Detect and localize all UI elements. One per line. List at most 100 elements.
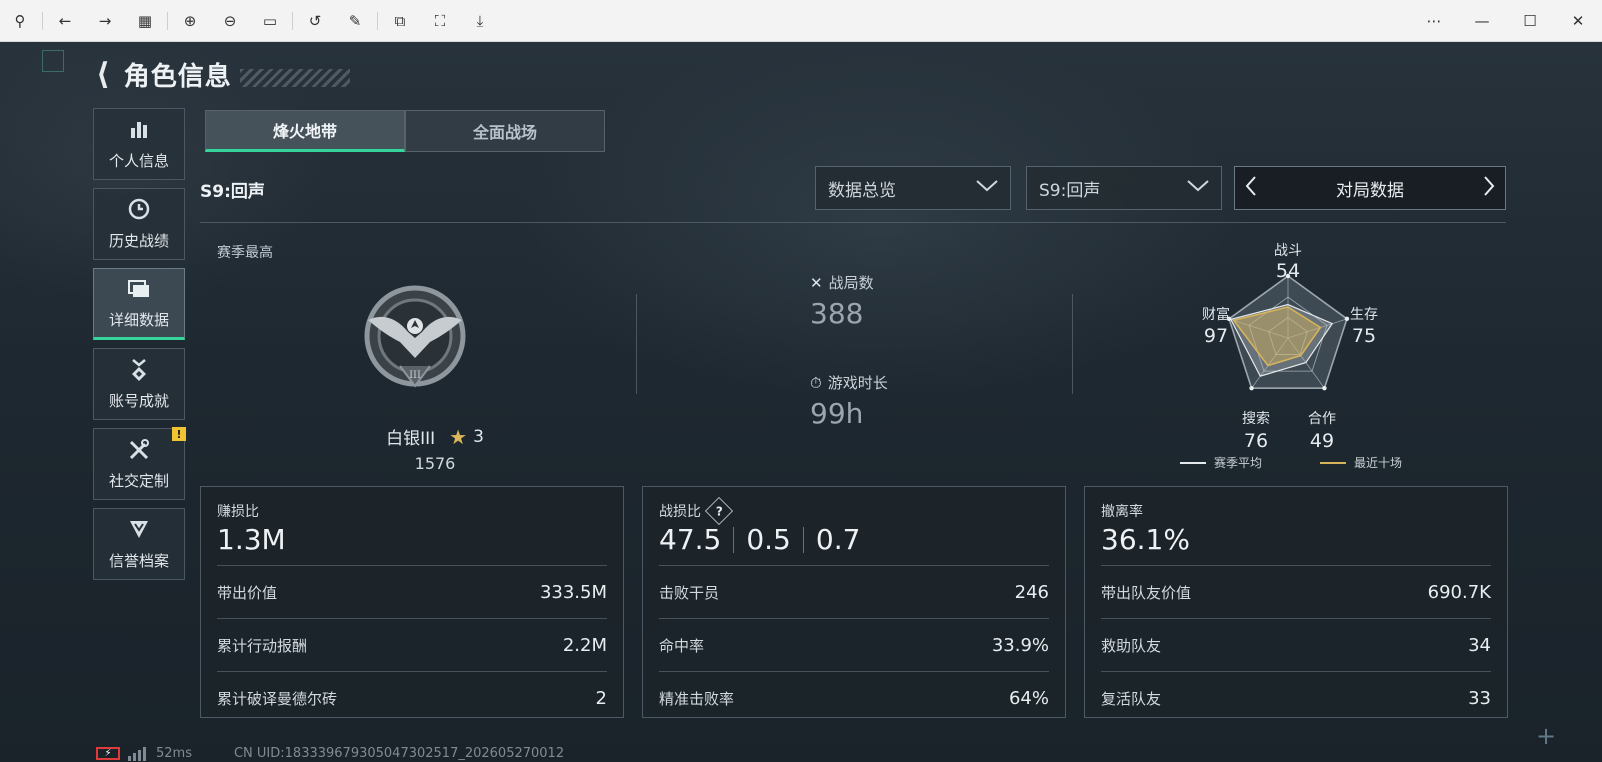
card-title: 赚损比 xyxy=(217,504,259,520)
folders-icon xyxy=(127,277,151,305)
legend-recent-label: 最近十场 xyxy=(1354,456,1403,470)
chevron-right-icon[interactable] xyxy=(1483,175,1495,201)
data-pager: 对局数据 xyxy=(1234,166,1506,210)
toolbar-divider xyxy=(292,11,293,30)
uid-text: CN UID:18333967930504730251​7_2026052700… xyxy=(233,746,565,761)
game-view: ⟨ 角色信息 个人信息 历史战绩 详细数据 账号成就 ! 社交定制 信誉档案 烽… xyxy=(0,42,1602,762)
capture-icon[interactable]: ⛶ xyxy=(420,0,460,42)
matches-label: 战局数 xyxy=(828,274,874,292)
divider xyxy=(200,222,1506,223)
maximize-icon[interactable]: ☐ xyxy=(1506,0,1554,42)
radar-label-wealth: 财富 xyxy=(1202,307,1230,323)
card-kd: 战损比 ? 47.5 0.5 0.7 击败干员 246 命中率 33.9% 精准击败… xyxy=(642,486,1066,718)
table-row: 累计行动报酬 2.2M xyxy=(217,618,607,671)
view-select[interactable]: 数据总览 xyxy=(815,166,1011,210)
sidebar-item-detailed-data[interactable]: 详细数据 xyxy=(93,268,185,340)
sidebar-item-label: 账号成就 xyxy=(108,391,169,410)
legend-season-avg-label: 赛季平均 xyxy=(1214,456,1263,470)
rank-name: 白银III xyxy=(386,429,436,449)
back-icon[interactable]: ← xyxy=(45,0,85,42)
season-select-value: S9:回声 xyxy=(1039,180,1101,201)
matches-stat-head: ✕ 战局数 xyxy=(810,272,874,293)
corner-frame xyxy=(42,50,64,72)
kd-value-2: 0.5 xyxy=(746,523,791,556)
mode-tabs: 烽火地带 全面战场 xyxy=(205,110,605,152)
forward-icon[interactable]: → xyxy=(85,0,125,42)
table-row: 复活队友 33 xyxy=(1101,671,1491,724)
signal-icon xyxy=(128,746,148,761)
table-row: 命中率 33.9% xyxy=(659,618,1049,671)
row-label: 带出价值 xyxy=(217,583,278,602)
radar-label-cooperation: 合作 xyxy=(1308,411,1336,427)
row-value: 33.9% xyxy=(991,634,1049,656)
stopwatch-icon: ⏱ xyxy=(810,373,822,392)
radar-axis-dot xyxy=(1322,385,1327,391)
chevron-down-icon xyxy=(976,180,998,196)
legend-season-avg: 赛季平均 xyxy=(1180,454,1262,471)
more-icon[interactable]: ⋯ xyxy=(1410,0,1458,42)
row-value: 64% xyxy=(1008,687,1049,709)
kd-value-3: 0.7 xyxy=(815,523,861,556)
sidebar-item-personal-info[interactable]: 个人信息 xyxy=(93,108,185,180)
fit-icon[interactable]: ▭ xyxy=(250,0,290,42)
rotate-icon[interactable]: ↺ xyxy=(295,0,335,42)
help-glyph: ? xyxy=(715,504,723,518)
matches-value: 388 xyxy=(810,297,864,330)
playtime-label: 游戏时长 xyxy=(827,374,888,392)
divider xyxy=(733,526,735,553)
edit-icon[interactable]: ✎ xyxy=(335,0,375,42)
minimize-icon[interactable]: — xyxy=(1458,0,1506,42)
divider xyxy=(636,294,637,394)
extraction-rate-value: 36.1% xyxy=(1101,523,1190,556)
sidebar-item-label: 信誉档案 xyxy=(108,551,169,570)
medal-icon xyxy=(128,358,150,386)
battery-icon: ⚡ xyxy=(96,747,120,760)
card-title-row: 战损比 ? xyxy=(659,496,734,526)
sidebar-item-social[interactable]: ! 社交定制 xyxy=(93,427,186,500)
pager-label: 对局数据 xyxy=(1336,180,1404,201)
sidebar-item-achievements[interactable]: 账号成就 xyxy=(93,348,185,420)
page-header: ⟨ 角色信息 xyxy=(96,56,350,93)
table-row: 带出价值 333.5M xyxy=(217,565,607,618)
crossed-swords-icon: ✕ xyxy=(810,273,823,292)
zoom-out-icon[interactable]: ⊖ xyxy=(210,0,250,42)
row-label: 击败干员 xyxy=(659,583,720,602)
grid-icon[interactable]: ▦ xyxy=(125,0,165,42)
card-title: 战损比 xyxy=(659,504,701,520)
help-icon[interactable]: ? xyxy=(704,496,734,526)
svg-text:III: III xyxy=(409,370,421,381)
legend-swatch xyxy=(1320,461,1346,464)
rank-stars: 3 xyxy=(473,426,484,447)
season-select[interactable]: S9:回声 xyxy=(1026,166,1222,210)
legend-swatch xyxy=(1180,461,1206,464)
save-icon[interactable]: ⤓ xyxy=(460,0,500,42)
toolbar-divider xyxy=(167,11,168,30)
sidebar-item-reputation[interactable]: 信誉档案 xyxy=(93,508,185,580)
shield-icon xyxy=(128,518,150,546)
toolbar-divider xyxy=(42,11,43,30)
row-label: 命中率 xyxy=(659,636,705,655)
tab-fire-zone[interactable]: 烽火地带 xyxy=(205,110,405,152)
zoom-in-icon[interactable]: ⊕ xyxy=(170,0,210,42)
pin-icon[interactable]: ⚲ xyxy=(0,0,40,42)
radar-label-survival: 生存 xyxy=(1350,307,1378,323)
row-value: 246 xyxy=(1014,581,1049,603)
table-row: 击败干员 246 xyxy=(659,565,1049,618)
status-bar: ⚡ 52ms CN UID:18333967930504730251​7_202… xyxy=(96,746,564,761)
title-decoration xyxy=(239,68,350,87)
close-icon[interactable]: ✕ xyxy=(1554,0,1602,42)
radar-label-combat: 战斗 xyxy=(1274,243,1302,259)
chevron-left-icon[interactable] xyxy=(1245,175,1257,201)
tab-full-battlefield[interactable]: 全面战场 xyxy=(405,110,605,152)
view-select-value: 数据总览 xyxy=(828,180,896,201)
screenshot-icon[interactable]: ⧉ xyxy=(380,0,420,42)
sidebar-item-history[interactable]: 历史战绩 xyxy=(93,188,185,260)
bar-chart-icon xyxy=(128,118,150,146)
legend-recent: 最近十场 xyxy=(1320,454,1402,471)
radar-axis-dot xyxy=(1249,385,1254,391)
row-value: 333.5M xyxy=(539,581,607,603)
row-label: 带出队友价值 xyxy=(1101,583,1192,602)
row-label: 救助队友 xyxy=(1101,636,1162,655)
back-chevron-icon[interactable]: ⟨ xyxy=(96,59,110,90)
radar-value-wealth: 97 xyxy=(1203,325,1229,347)
